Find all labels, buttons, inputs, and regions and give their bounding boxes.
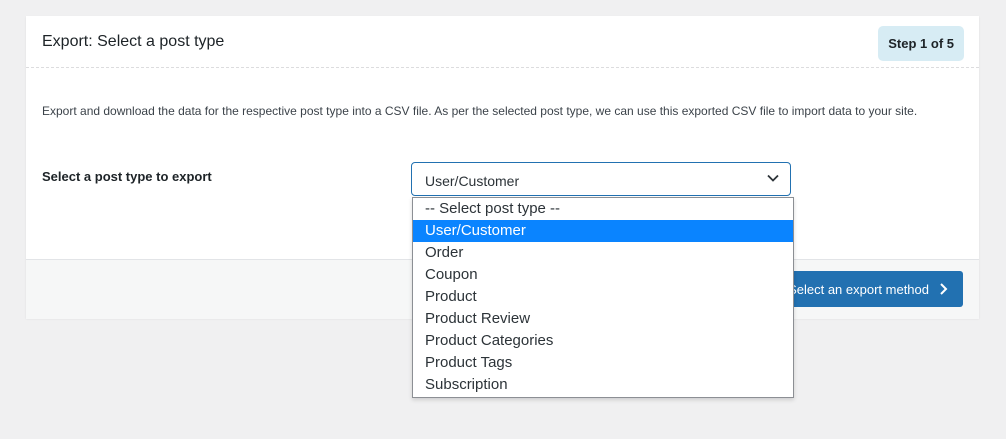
post-type-select-value: User/Customer [425, 173, 520, 189]
dropdown-option-product-categories[interactable]: Product Categories [413, 330, 793, 352]
dropdown-option-product-tags[interactable]: Product Tags [413, 352, 793, 374]
step-badge: Step 1 of 5 [878, 26, 964, 61]
post-type-options-list[interactable]: -- Select post type -- User/Customer Ord… [412, 197, 794, 398]
dropdown-option-order[interactable]: Order [413, 242, 793, 264]
dropdown-option-coupon[interactable]: Coupon [413, 264, 793, 286]
description-text: Export and download the data for the res… [42, 104, 918, 118]
chevron-down-icon [767, 174, 779, 182]
dropdown-option-product[interactable]: Product [413, 286, 793, 308]
dropdown-option-product-review[interactable]: Product Review [413, 308, 793, 330]
dropdown-option-select-post-type[interactable]: -- Select post type -- [413, 198, 793, 220]
chevron-right-icon [940, 283, 948, 295]
post-type-label: Select a post type to export [42, 169, 212, 184]
post-type-select[interactable]: User/Customer [411, 162, 791, 196]
panel-header: Export: Select a post type Step 1 of 5 [26, 16, 979, 68]
dropdown-option-user-customer[interactable]: User/Customer [413, 220, 793, 242]
dropdown-option-subscription[interactable]: Subscription [413, 374, 793, 396]
page-title: Export: Select a post type [42, 33, 225, 50]
